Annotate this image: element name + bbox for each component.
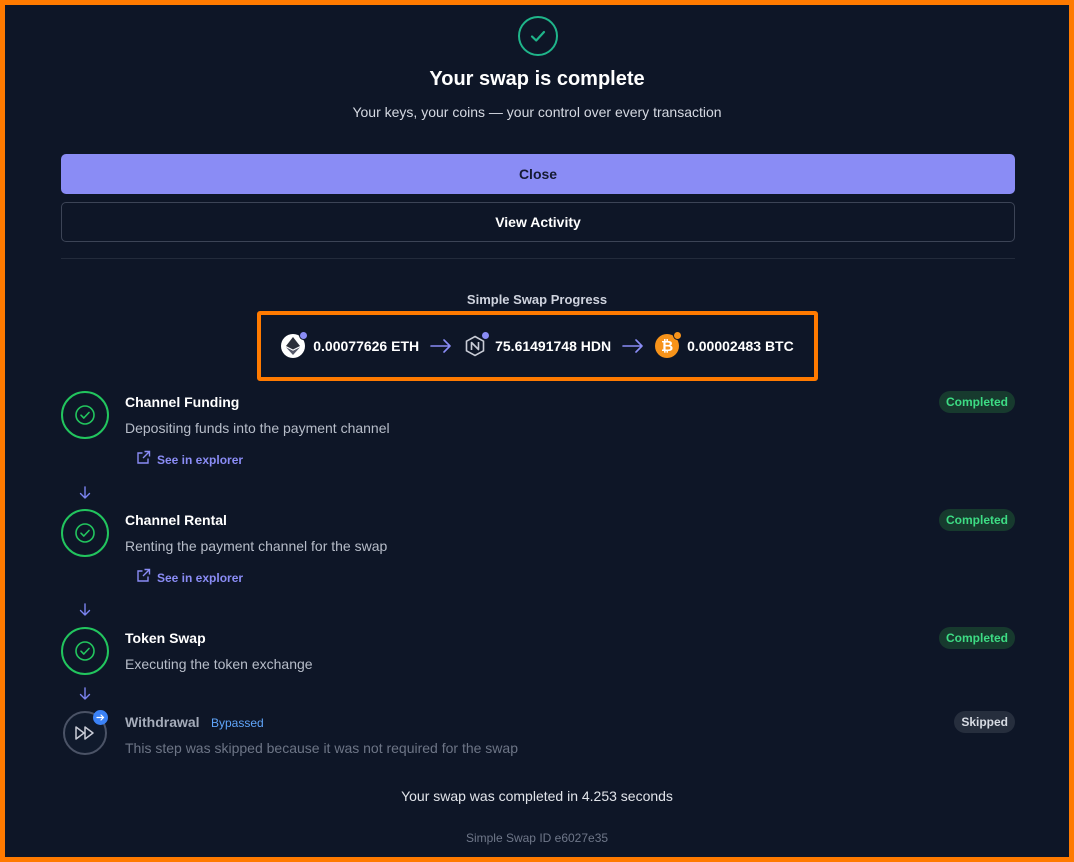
arrow-down-icon xyxy=(79,486,91,500)
see-in-explorer-link[interactable]: See in explorer xyxy=(136,568,243,588)
check-circle-icon xyxy=(61,391,109,439)
external-link-icon xyxy=(136,450,151,470)
arrow-right-icon xyxy=(430,339,452,353)
completion-time: Your swap was completed in 4.253 seconds xyxy=(401,788,673,804)
step-channel-funding: Channel Funding Depositing funds into th… xyxy=(61,391,1015,471)
close-button[interactable]: Close xyxy=(61,154,1015,194)
step-title: Token Swap xyxy=(125,630,206,646)
step-withdrawal: Withdrawal Bypassed This step was skippe… xyxy=(61,710,1015,761)
swap-id: Simple Swap ID e6027e35 xyxy=(465,831,609,845)
status-badge: Completed xyxy=(938,391,1015,413)
step-token-swap: Token Swap Executing the token exchange … xyxy=(61,627,1015,677)
explorer-link-label: See in explorer xyxy=(157,571,244,585)
hydranet-icon xyxy=(463,331,491,358)
via-amount: 75.61491748 HDN xyxy=(495,338,612,354)
explorer-link-label: See in explorer xyxy=(157,453,244,467)
step-title: Channel Funding xyxy=(125,394,240,410)
fast-forward-icon xyxy=(63,710,108,755)
bypassed-tag: Bypassed xyxy=(211,716,264,730)
step-title: Channel Rental xyxy=(125,512,227,528)
step-description: Depositing funds into the payment channe… xyxy=(125,420,390,436)
check-circle-icon xyxy=(61,627,109,675)
arrow-right-icon xyxy=(622,339,644,353)
progress-title: Simple Swap Progress xyxy=(466,292,608,307)
ethereum-icon xyxy=(281,331,309,358)
step-title: Withdrawal xyxy=(125,714,200,730)
external-link-icon xyxy=(136,568,151,588)
bitcoin-icon: ₿ xyxy=(655,331,683,358)
step-description: This step was skipped because it was not… xyxy=(125,740,518,756)
arrow-down-icon xyxy=(79,687,91,701)
step-description: Renting the payment channel for the swap xyxy=(125,538,388,554)
status-badge: Completed xyxy=(938,509,1015,531)
page-title: Your swap is complete xyxy=(429,68,645,90)
to-amount: 0.00002483 BTC xyxy=(687,338,794,354)
success-check-icon xyxy=(518,16,558,56)
divider xyxy=(61,258,1015,259)
redirect-icon xyxy=(93,710,108,725)
from-amount: 0.00077626 ETH xyxy=(313,338,420,354)
check-circle-icon xyxy=(61,509,109,557)
step-channel-rental: Channel Rental Renting the payment chann… xyxy=(61,509,1015,589)
status-badge: Completed xyxy=(938,627,1015,649)
arrow-down-icon xyxy=(79,603,91,617)
see-in-explorer-link[interactable]: See in explorer xyxy=(136,450,243,470)
swap-complete-dialog: Your swap is complete Your keys, your co… xyxy=(5,5,1069,857)
page-subtitle: Your keys, your coins — your control ove… xyxy=(352,104,722,120)
swap-route-summary: 0.00077626 ETH 75.61491748 HDN ₿ 0.00002… xyxy=(257,311,818,381)
status-badge: Skipped xyxy=(954,711,1015,733)
view-activity-button[interactable]: View Activity xyxy=(61,202,1015,242)
step-description: Executing the token exchange xyxy=(125,656,313,672)
